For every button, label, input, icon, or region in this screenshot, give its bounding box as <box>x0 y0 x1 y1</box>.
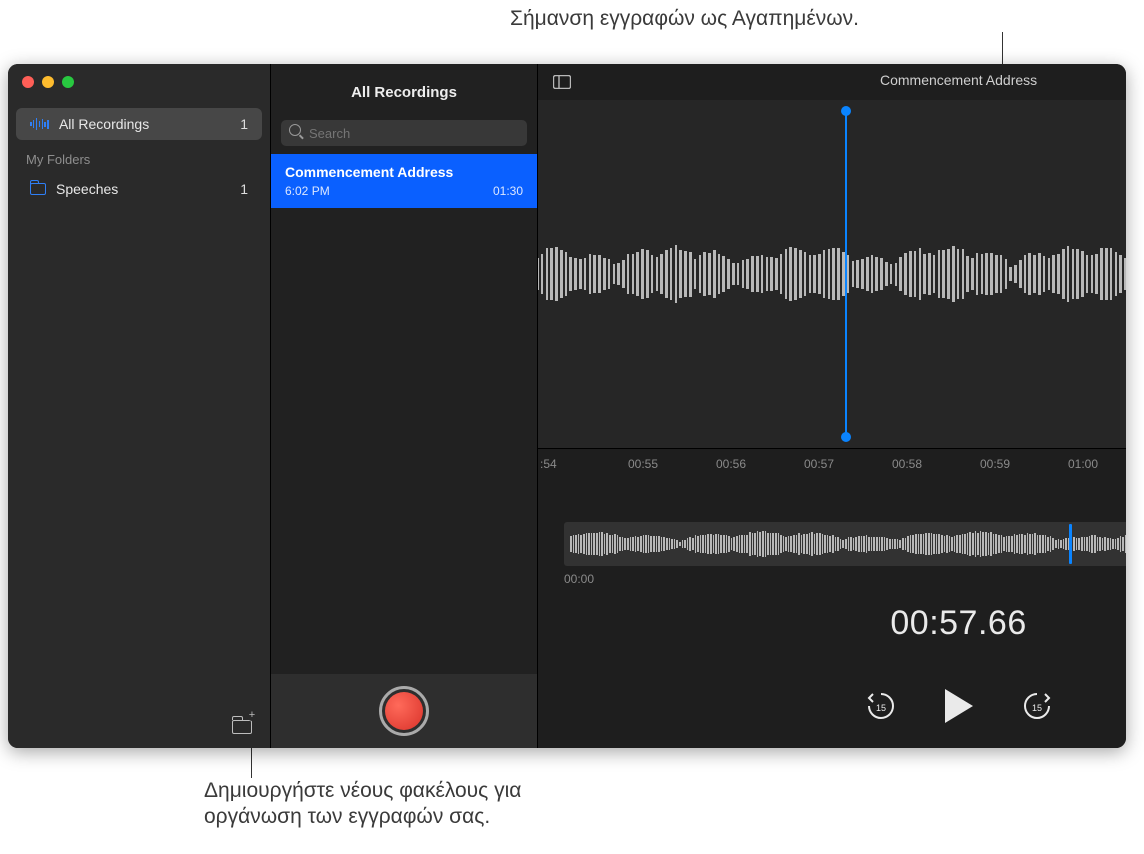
callout-favorite-leader <box>1002 32 1003 68</box>
big-waveform <box>538 214 1126 334</box>
sidebar-item-label: Speeches <box>56 181 118 197</box>
play-button[interactable] <box>945 689 973 723</box>
recording-title: Commencement Address <box>285 164 523 180</box>
close-window-button[interactable] <box>22 76 34 88</box>
toolbar: Commencement Address Edit <box>538 64 1126 100</box>
recording-item[interactable]: Commencement Address 6:02 PM 01:30 <box>271 154 537 208</box>
record-button[interactable] <box>379 686 429 736</box>
toggle-sidebar-button[interactable] <box>548 71 576 93</box>
sidebar-item-speeches[interactable]: Speeches 1 <box>16 173 262 205</box>
transport-controls: 15 15 <box>538 689 1126 723</box>
skip-back-button[interactable]: 15 <box>865 690 897 722</box>
sidebar-footer <box>8 706 270 748</box>
sidebar-item-all-recordings[interactable]: All Recordings 1 <box>16 108 262 140</box>
overview-times: 00:00 01:30 <box>564 572 1126 586</box>
minimize-window-button[interactable] <box>42 76 54 88</box>
sidebar-list: All Recordings 1 My Folders Speeches 1 <box>8 100 270 706</box>
svg-text:15: 15 <box>876 703 886 713</box>
callout-newfolder-text: Δημιουργήστε νέους φακέλους για οργάνωση… <box>204 778 521 831</box>
search-input[interactable] <box>281 120 527 146</box>
waveform-area[interactable] <box>538 100 1126 448</box>
sidebar-item-label: All Recordings <box>59 116 149 132</box>
recording-duration: 01:30 <box>493 184 523 198</box>
svg-text:15: 15 <box>1032 703 1042 713</box>
overview-waveform[interactable] <box>564 522 1126 566</box>
search-icon <box>289 124 301 136</box>
sidebar-section-header: My Folders <box>8 142 270 171</box>
timecode: 00:57.66 <box>538 604 1126 643</box>
time-ruler: :54 00:55 00:56 00:57 00:58 00:59 01:00 <box>538 448 1126 478</box>
overview-playhead[interactable] <box>1069 524 1072 564</box>
recordings-list-title: All Recordings <box>271 64 537 120</box>
app-window: All Recordings 1 My Folders Speeches 1 A… <box>8 64 1126 748</box>
new-folder-button[interactable] <box>232 720 252 734</box>
playhead[interactable] <box>845 110 847 438</box>
record-icon <box>385 692 423 730</box>
sidebar-item-count: 1 <box>240 116 248 132</box>
detail-title: Commencement Address <box>538 72 1126 88</box>
sidebar: All Recordings 1 My Folders Speeches 1 <box>8 64 270 748</box>
zoom-window-button[interactable] <box>62 76 74 88</box>
recordings-list-column: All Recordings Commencement Address 6:02… <box>270 64 538 748</box>
recording-time: 6:02 PM <box>285 184 330 198</box>
sidebar-item-count: 1 <box>240 181 248 197</box>
overview-start-time: 00:00 <box>564 572 594 586</box>
callout-favorite-text: Σήμανση εγγραφών ως Αγαπημένων. <box>510 6 859 32</box>
waveform-icon <box>30 117 49 131</box>
detail-pane: Commencement Address Edit :54 00:55 00:5… <box>538 64 1126 748</box>
folder-icon <box>30 183 46 195</box>
window-controls <box>8 64 270 100</box>
skip-forward-button[interactable]: 15 <box>1021 690 1053 722</box>
recordings-list-footer <box>271 674 537 748</box>
